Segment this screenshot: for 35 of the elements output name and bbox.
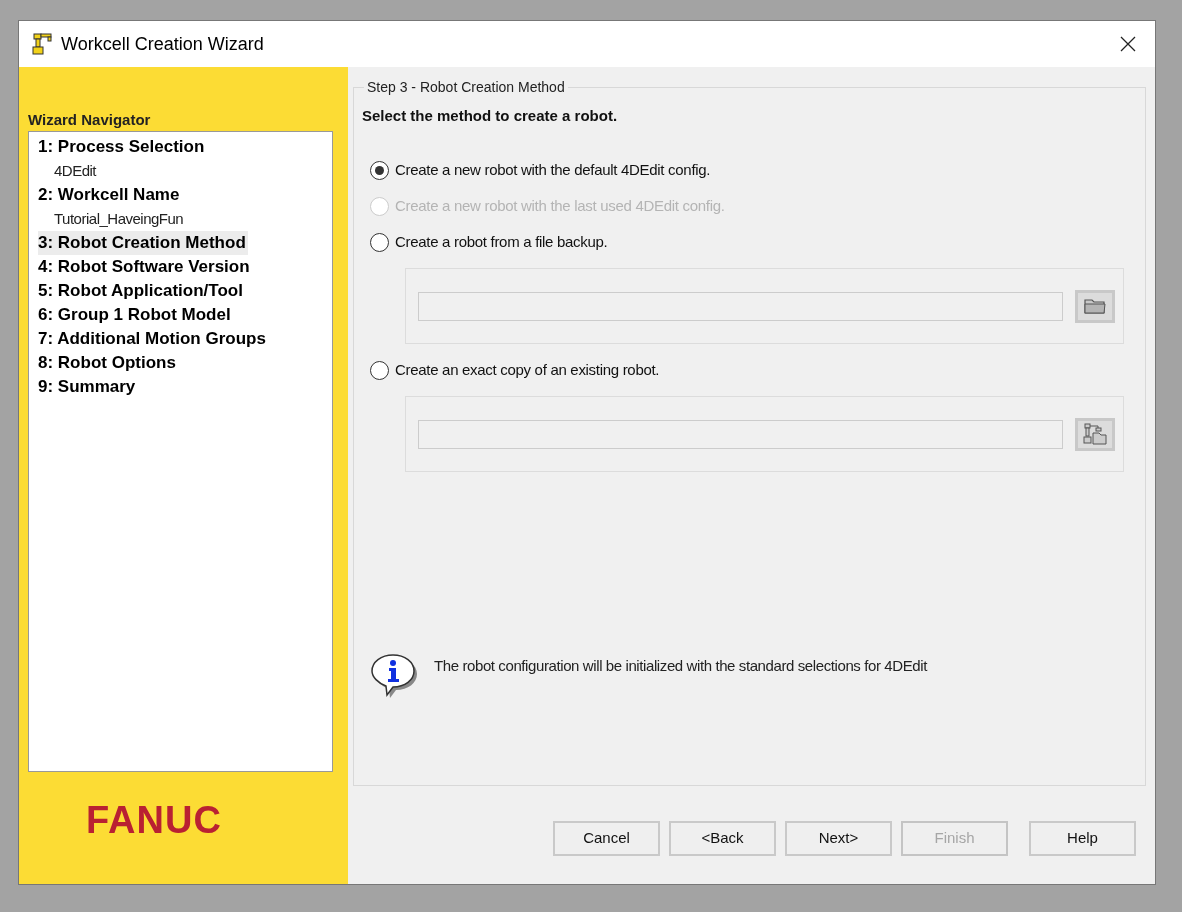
robot-arm-icon bbox=[32, 32, 54, 56]
window-title: Workcell Creation Wizard bbox=[61, 32, 264, 56]
radio-button[interactable] bbox=[370, 232, 389, 252]
navigator-step-value: 4DEdit bbox=[53, 161, 98, 181]
radio-button[interactable] bbox=[370, 160, 389, 180]
navigator-step[interactable]: 6: Group 1 Robot Model bbox=[38, 303, 233, 327]
wizard-button[interactable]: Help bbox=[1029, 821, 1136, 856]
info-message: The robot configuration will be initialized with the standard selections for 4DEdit bbox=[434, 656, 927, 676]
wizard-button[interactable]: <Back bbox=[669, 821, 776, 856]
navigator-step[interactable]: 7: Additional Motion Groups bbox=[38, 327, 268, 351]
radio-option[interactable]: Create a new robot with the default 4DEdit config. bbox=[370, 152, 711, 188]
navigator-step[interactable]: 8: Robot Options bbox=[38, 351, 178, 375]
wizard-button[interactable]: Cancel bbox=[553, 821, 660, 856]
navigator-step[interactable]: 3: Robot Creation Method bbox=[38, 231, 248, 255]
navigator-step[interactable]: 2: Workcell Name bbox=[38, 183, 182, 207]
navigator-step[interactable]: 1: Process Selection bbox=[38, 135, 207, 159]
radio-option[interactable]: Create a robot from a file backup. bbox=[370, 224, 608, 260]
radio-button[interactable] bbox=[370, 360, 389, 380]
browse-button[interactable] bbox=[1075, 417, 1115, 451]
navigator-step-value: Tutorial_HaveingFun bbox=[53, 209, 185, 229]
wizard-button[interactable]: Next> bbox=[785, 821, 892, 856]
navigator-title: Wizard Navigator bbox=[28, 110, 152, 130]
step-heading: Select the method to create a robot. bbox=[362, 106, 619, 126]
path-input-field[interactable] bbox=[418, 291, 1063, 321]
navigator-step[interactable]: 4: Robot Software Version bbox=[38, 255, 252, 279]
robot-folder-icon bbox=[1082, 422, 1108, 446]
navigator-step[interactable]: 5: Robot Application/Tool bbox=[38, 279, 245, 303]
browse-button[interactable] bbox=[1075, 289, 1115, 323]
close-icon bbox=[1120, 36, 1136, 52]
group-legend: Step 3 - Robot Creation Method bbox=[364, 78, 568, 96]
path-input-field[interactable] bbox=[418, 419, 1063, 449]
folder-icon bbox=[1083, 297, 1107, 315]
brand-logo: FANUC bbox=[86, 800, 223, 840]
radio-option[interactable]: Create an exact copy of an existing robot. bbox=[370, 352, 660, 388]
navigator-step[interactable]: 9: Summary bbox=[38, 375, 138, 399]
